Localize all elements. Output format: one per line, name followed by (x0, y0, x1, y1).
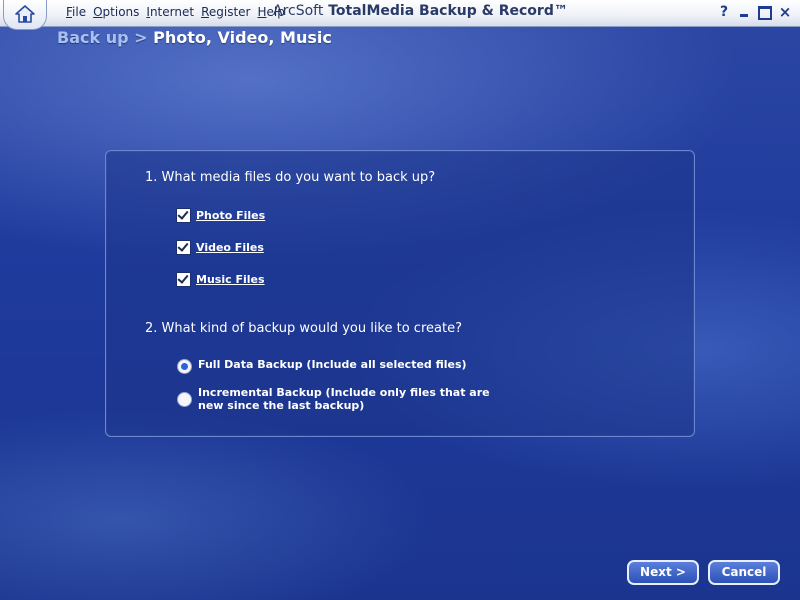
close-button[interactable]: × (777, 4, 793, 20)
breadcrumb-current: Photo, Video, Music (153, 28, 332, 47)
photo-files-label[interactable]: Photo Files (196, 209, 265, 222)
menu-bar: File Options Internet Register Help (66, 5, 285, 19)
home-icon (15, 5, 35, 23)
menu-register[interactable]: Register (201, 5, 250, 19)
menu-options[interactable]: Options (93, 5, 139, 19)
home-button[interactable] (3, 0, 47, 30)
app-title-product: TotalMedia Backup & Record™ (328, 3, 568, 19)
incremental-backup-option[interactable]: Incremental Backup (Include only files t… (177, 386, 498, 412)
breadcrumb-parent[interactable]: Back up (57, 28, 129, 47)
next-button[interactable]: Next > (627, 560, 699, 585)
video-files-option[interactable]: Video Files (176, 240, 264, 255)
title-bar: File Options Internet Register Help ArcS… (0, 0, 800, 30)
app-title: ArcSoft TotalMedia Backup & Record™ (273, 3, 568, 19)
video-files-checkbox[interactable] (176, 240, 191, 255)
incremental-backup-radio[interactable] (177, 392, 192, 407)
full-backup-label[interactable]: Full Data Backup (Include all selected f… (198, 358, 498, 371)
photo-files-option[interactable]: Photo Files (176, 208, 265, 223)
full-backup-option[interactable]: Full Data Backup (Include all selected f… (177, 358, 498, 374)
minimize-button[interactable] (736, 4, 752, 20)
photo-files-checkbox[interactable] (176, 208, 191, 223)
menu-file[interactable]: File (66, 5, 86, 19)
incremental-backup-label[interactable]: Incremental Backup (Include only files t… (198, 386, 498, 412)
options-panel: 1. What media files do you want to back … (105, 150, 695, 437)
music-files-option[interactable]: Music Files (176, 272, 265, 287)
music-files-label[interactable]: Music Files (196, 273, 265, 286)
app-title-brand: ArcSoft (273, 3, 324, 19)
music-files-checkbox[interactable] (176, 272, 191, 287)
breadcrumb-separator: > (134, 28, 148, 47)
cancel-button[interactable]: Cancel (708, 560, 780, 585)
video-files-label[interactable]: Video Files (196, 241, 264, 254)
full-backup-radio[interactable] (177, 359, 192, 374)
question-media-files: 1. What media files do you want to back … (145, 170, 436, 185)
breadcrumb: Back up > Photo, Video, Music (57, 28, 332, 47)
maximize-button[interactable] (756, 4, 772, 20)
help-button[interactable]: ? (716, 4, 732, 20)
question-backup-type: 2. What kind of backup would you like to… (145, 321, 462, 336)
menu-internet[interactable]: Internet (146, 5, 194, 19)
